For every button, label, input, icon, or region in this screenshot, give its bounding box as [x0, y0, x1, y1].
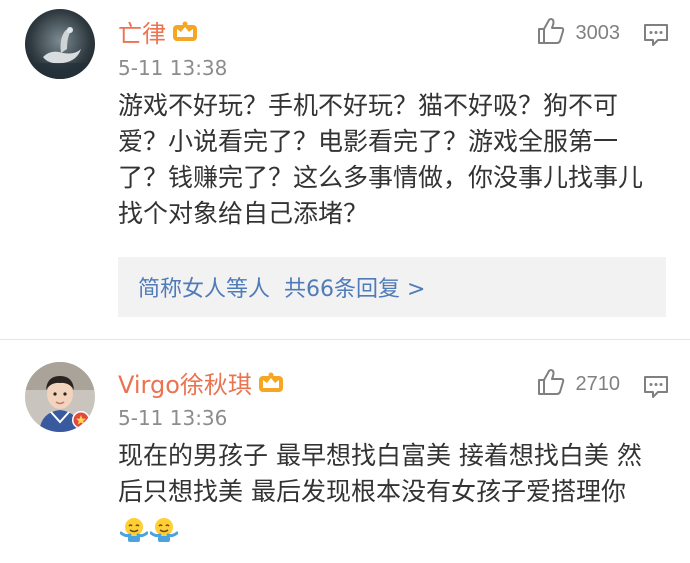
shrug-emoji-icon — [149, 515, 179, 543]
timestamp: 5-11 13:38 — [118, 56, 228, 80]
thumbs-up-icon — [536, 367, 566, 401]
avatar[interactable] — [25, 9, 95, 79]
username[interactable]: 亡律 — [118, 14, 166, 49]
thumbs-up-icon — [536, 16, 566, 50]
avatar[interactable] — [25, 362, 95, 432]
timestamp: 5-11 13:36 — [118, 406, 228, 430]
username-row: Virgo徐秋琪 — [118, 365, 284, 399]
username[interactable]: Virgo徐秋琪 — [118, 365, 252, 400]
comment-icon[interactable] — [642, 374, 670, 400]
replies-author: 简称女人等人 — [138, 277, 271, 302]
like-count: 2710 — [575, 372, 621, 395]
comment-icon[interactable] — [642, 22, 670, 48]
like-button[interactable]: 3003 — [536, 16, 621, 50]
replies-link[interactable]: 简称女人等人 共66条回复 > — [118, 257, 666, 317]
shrug-emoji-icon — [119, 515, 149, 543]
like-button[interactable]: 2710 — [536, 367, 621, 401]
crown-badge-icon — [258, 371, 284, 393]
comment-text: 游戏不好玩？手机不好玩？猫不好吸？狗不可爱？小说看完了？电影看完了？游戏全服第一… — [118, 91, 644, 228]
like-count: 3003 — [575, 21, 621, 44]
replies-summary: 共66条回复 > — [284, 277, 426, 302]
comment-text: 现在的男孩子 最早想找白富美 接着想找白美 然后只想找美 最后发现根本没有女孩子… — [118, 438, 658, 546]
crown-badge-icon — [172, 20, 198, 42]
comment-item: 亡律 5-11 13:38 3003 游戏不好玩？手机不好玩？猫不好吸？狗不可爱… — [0, 0, 690, 340]
comment-text-body: 现在的男孩子 最早想找白富美 接着想找白美 然后只想找美 最后发现根本没有女孩子… — [118, 441, 642, 506]
comment-item: Virgo徐秋琪 5-11 13:36 2710 现在的男孩子 最早想找白富美 … — [0, 340, 690, 563]
username-row: 亡律 — [118, 14, 198, 48]
